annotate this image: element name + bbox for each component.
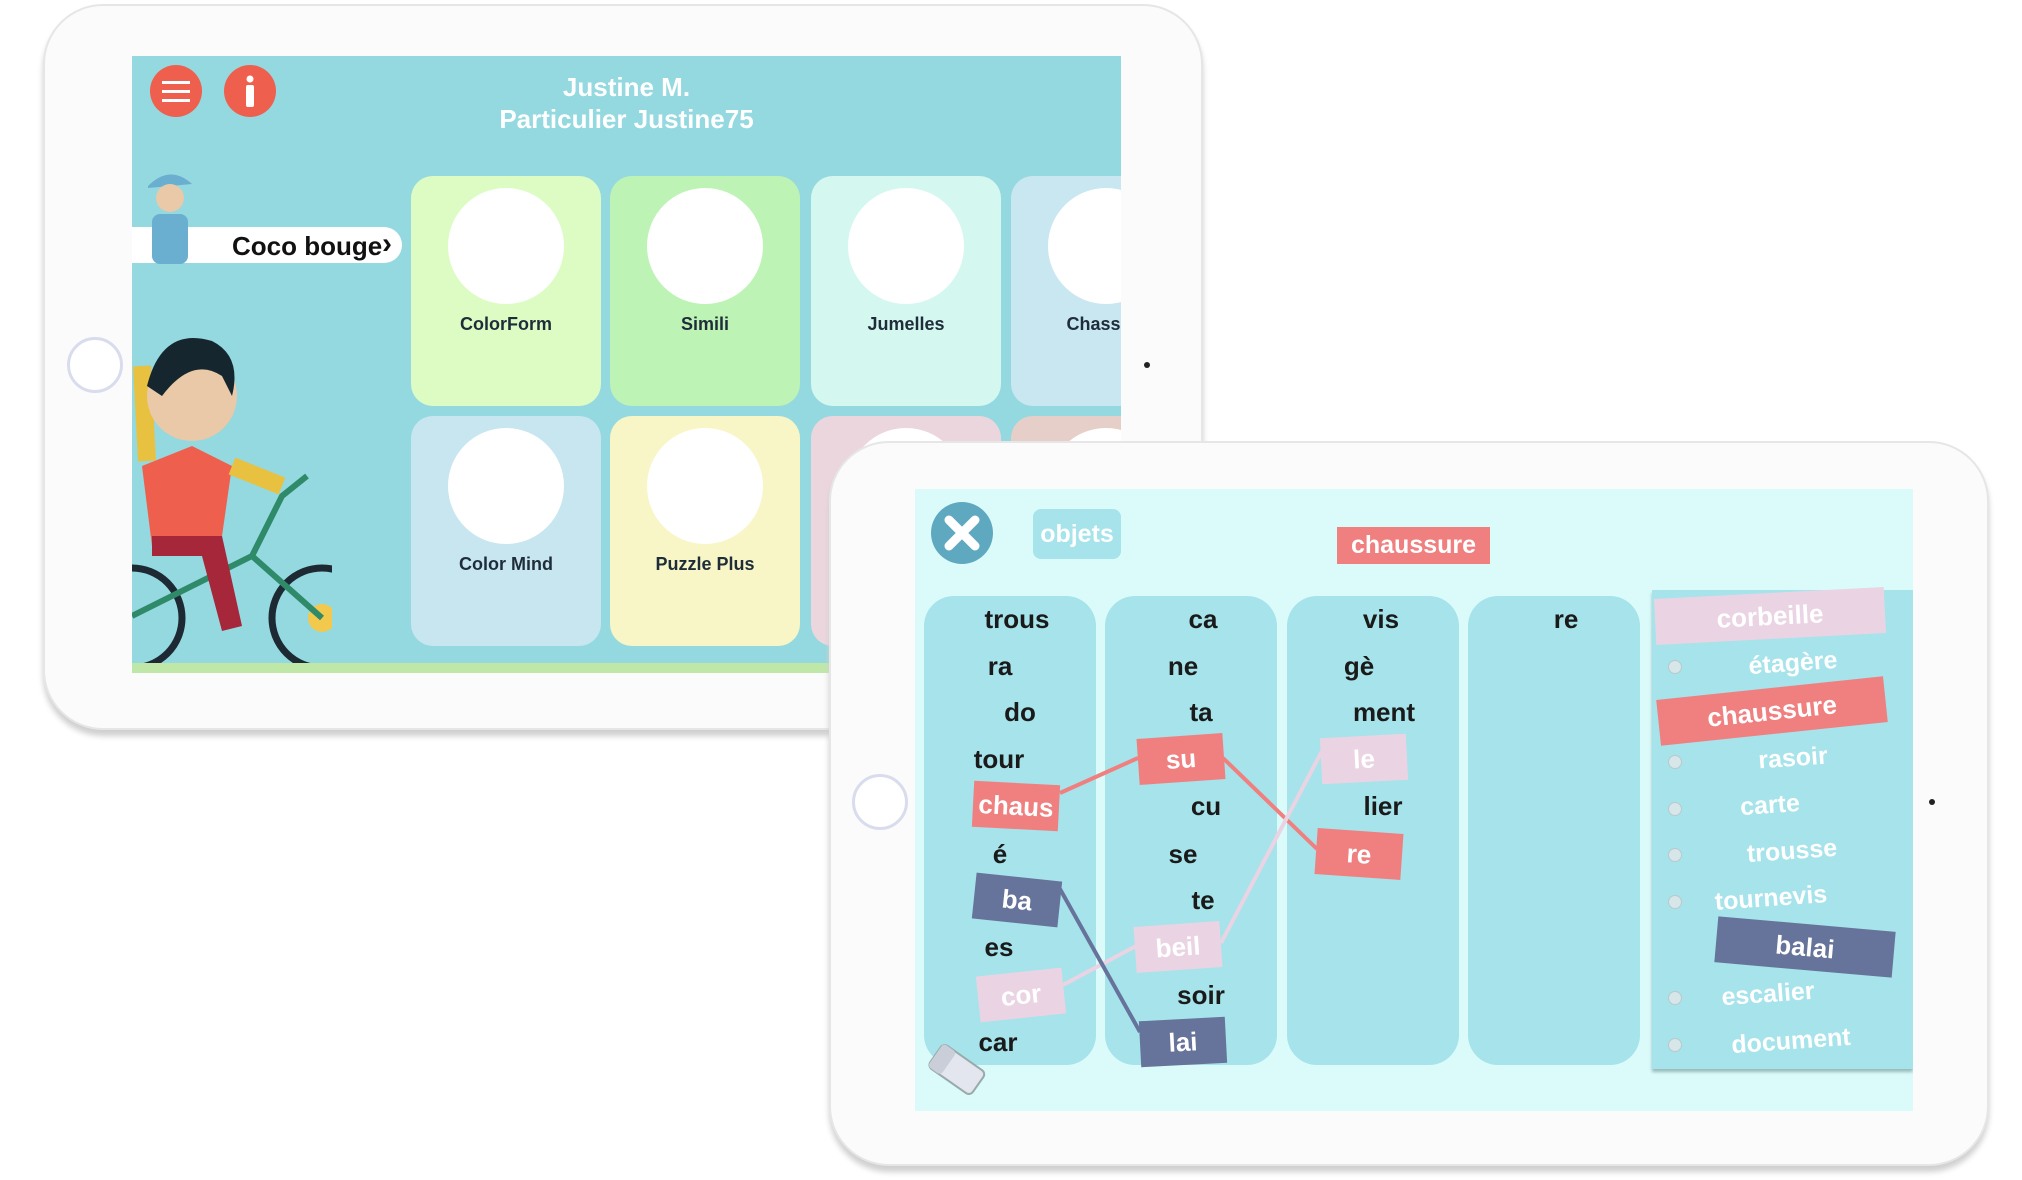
home-button[interactable] [852,774,908,830]
syllable-tile[interactable]: tour [974,744,1025,775]
word-item[interactable]: étagère [1748,646,1839,681]
game-card-simili[interactable]: Simili [610,176,800,406]
colorform-illustration [448,188,564,304]
syllable-tile[interactable]: ta [1189,697,1212,728]
syllable-tile-selected[interactable]: beil [1133,921,1223,973]
link-cor-beil [1062,944,1137,987]
link-chaus-su [1059,756,1139,795]
syllable-tile[interactable]: cu [1191,791,1221,822]
syllable-tile[interactable]: ment [1353,697,1415,728]
game-card-colorform[interactable]: ColorForm [411,176,601,406]
game-card-jumelles[interactable]: Jumelles [811,176,1001,406]
word-item-highlighted[interactable]: balai [1714,916,1896,978]
word-item[interactable]: rasoir [1757,742,1828,776]
coach-character-illustration [148,174,192,264]
puzzle-plus-illustration [647,428,763,544]
bullet-icon [1668,660,1682,674]
chevron-right-icon: › [382,227,392,260]
word-item[interactable]: escalier [1721,977,1816,1012]
syllable-tile[interactable]: te [1191,885,1214,916]
syllable-tile-selected[interactable]: le [1319,733,1409,785]
link-ba-lai [1058,888,1142,1033]
game-label: Chasse à [1066,314,1121,334]
syllable-tile[interactable]: soir [1177,980,1225,1011]
simili-illustration [647,188,763,304]
syllable-tile[interactable]: ne [1168,651,1198,682]
bullet-icon [1668,802,1682,816]
boy-on-bike-illustration [132,338,332,672]
syllable-tile[interactable]: se [1169,839,1198,870]
syllable-tile-selected[interactable]: chaus [971,780,1061,832]
syllable-tile[interactable]: do [1004,697,1036,728]
syllable-tile[interactable]: ra [988,651,1013,682]
account-name: Particulier Justine75 [499,104,754,134]
camera-dot [1929,799,1935,805]
link-su-re [1221,756,1319,851]
syllable-tile[interactable]: trous [985,604,1050,635]
syllable-tile[interactable]: es [985,932,1014,963]
word-item-highlighted[interactable]: corbeille [1653,587,1887,645]
word-item[interactable]: document [1730,1023,1851,1060]
jumelles-illustration [848,188,964,304]
game-card-color-mind[interactable]: Color Mind [411,416,601,646]
game-card-puzzle-plus[interactable]: Puzzle Plus [610,416,800,646]
bullet-icon [1668,1038,1682,1052]
game-label: ColorForm [460,314,552,334]
syllable-tile[interactable]: é [993,839,1007,870]
home-button[interactable] [67,337,123,393]
syllable-tile[interactable]: lier [1363,791,1402,822]
camera-dot [1144,362,1150,368]
bullet-icon [1668,755,1682,769]
color-mind-illustration [448,428,564,544]
exercise-screen: objets chaussure trous ra do tour chaus é ba es… [915,489,1913,1111]
word-list-panel: corbeille étagère chaussure rasoir carte trou… [1652,587,1913,1069]
bullet-icon [1668,991,1682,1005]
eraser-icon[interactable] [923,1037,989,1101]
word-item[interactable]: trousse [1746,834,1838,869]
game-label: Puzzle Plus [655,554,755,574]
chasse-illustration [1048,188,1121,304]
game-label: Jumelles [867,314,945,334]
word-item[interactable]: carte [1739,789,1801,822]
word-item-highlighted[interactable]: chaussure [1656,676,1888,746]
syllable-tile-selected[interactable]: cor [975,967,1067,1023]
bullet-icon [1668,895,1682,909]
game-card-chasse[interactable]: Chasse à [1011,176,1121,406]
syllable-tile[interactable]: ca [1189,604,1218,635]
syllable-tile-selected[interactable]: re [1314,828,1404,880]
syllable-tile-selected[interactable]: lai [1138,1016,1228,1068]
game-label: Color Mind [459,554,553,574]
featured-label: Coco bouge [232,231,383,261]
word-item[interactable]: tournevis [1714,880,1828,917]
syllable-tile-selected[interactable]: su [1136,733,1226,785]
game-label: Simili [680,314,729,334]
user-name: Justine M. [562,72,691,102]
link-beil-le [1219,750,1324,944]
syllable-tile[interactable]: vis [1363,604,1399,635]
bullet-icon [1668,848,1682,862]
syllable-tile[interactable]: re [1554,604,1579,635]
syllable-tile-selected[interactable]: ba [971,872,1063,928]
syllable-tile[interactable]: gè [1344,651,1374,682]
